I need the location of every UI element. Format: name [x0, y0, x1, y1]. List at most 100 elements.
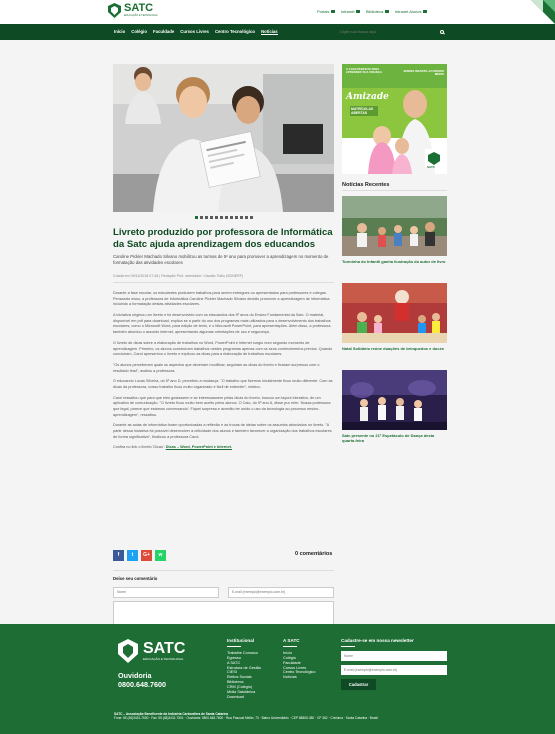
satc-shield-icon — [108, 3, 121, 18]
carousel-dot[interactable] — [229, 216, 233, 219]
whatsapp-share-icon[interactable]: w — [155, 550, 166, 561]
footer-logo-text: SATC — [143, 639, 186, 657]
newsletter-email-field[interactable] — [341, 664, 447, 675]
divider — [283, 646, 297, 647]
dicas-link[interactable]: Dicas – Word, PowerPoint e Internet. — [166, 445, 232, 449]
recent-news-thumb — [342, 196, 447, 256]
user-icon — [423, 10, 427, 14]
share-buttons: f t G+ w — [113, 550, 166, 561]
recent-news-caption[interactable]: Natal Solidário reúne doações de brinque… — [342, 346, 447, 351]
lock-icon — [355, 10, 360, 14]
carousel-dot[interactable] — [219, 216, 223, 219]
carousel-dot[interactable] — [249, 216, 253, 219]
recent-news-item[interactable]: Turminha do Infantil ganha ilustração do… — [342, 196, 447, 264]
recent-news-item[interactable]: Satc presente no 21º Espetáculo de Dança… — [342, 370, 447, 443]
ouvidoria: Ouvidoria 0800.648.7600 — [118, 671, 166, 690]
sidebar-ad-banner[interactable]: A CASA PERFEITA PARA APRENDER SUA CRIANÇ… — [342, 64, 447, 174]
footer-link[interactable]: Notícias — [283, 675, 315, 680]
top-link-intranet[interactable]: Intranet — [341, 9, 360, 14]
carousel-dot[interactable] — [194, 216, 198, 219]
ad-matriculas: MATRÍCULAS ABERTAS — [350, 106, 378, 117]
article-paragraph: A iniciativa originou um livreto e foi d… — [113, 313, 331, 335]
twitter-share-icon[interactable]: t — [127, 550, 138, 561]
nav-search — [337, 28, 447, 36]
main-nav: Início Colégio Faculdade Cursos Livres C… — [0, 24, 555, 40]
carousel-dot[interactable] — [224, 216, 228, 219]
nav-item-inicio[interactable]: Início — [114, 29, 125, 35]
article-paragraph: Durante as aulas de informática foram op… — [113, 423, 332, 439]
newsletter-submit-button[interactable]: Cadastrar — [341, 678, 376, 690]
comments-count[interactable]: 0 comentários — [295, 551, 332, 558]
footer-col-title: Institucional — [227, 638, 255, 643]
hero-photo — [113, 64, 334, 212]
divider — [227, 646, 241, 647]
footer-address: Fone: 55 (48)3431-7500 · Fax: 55 (48)343… — [114, 716, 378, 721]
book-icon — [384, 10, 389, 14]
logo-text: SATC — [124, 2, 154, 15]
carousel-dot[interactable] — [204, 216, 208, 219]
article-hero-image — [113, 64, 334, 212]
site-logo[interactable]: SATC EDUCAÇÃO E TECNOLOGIA — [108, 3, 158, 18]
footer-link[interactable]: Trabalhe Conosco — [227, 651, 261, 656]
comment-form-title: Deixe seu comentário — [113, 576, 158, 581]
recent-news-item[interactable]: Natal Solidário reúne doações de brinque… — [342, 283, 447, 351]
footer-newsletter: Cadastre-se em nossa newsletter Cadastra… — [341, 638, 447, 690]
footer-institucional: Institucional Trabalhe Conosco Egresso A… — [227, 638, 261, 700]
nav-item-centro-tecnologico[interactable]: Centro Tecnológico — [215, 29, 255, 35]
nav-item-colegio[interactable]: Colégio — [131, 29, 147, 35]
divider — [341, 646, 355, 647]
carousel-dot[interactable] — [239, 216, 243, 219]
footer-link[interactable]: Download — [227, 695, 261, 700]
grid-icon — [330, 10, 335, 14]
google-plus-share-icon[interactable]: G+ — [141, 550, 152, 561]
footer-col-title: A SATC — [283, 638, 300, 643]
article-title: Livreto produzido por professora de Info… — [113, 227, 333, 250]
ad-banner-text: A CASA PERFEITA PARA APRENDER SUA CRIANÇ… — [346, 67, 382, 75]
carousel-dot[interactable] — [234, 216, 238, 219]
link-prefix: Confira no link o livreto 'Dicas': — [113, 445, 165, 450]
article-paragraph: O educando Lucas Silveira, do 5º ano D, … — [113, 379, 333, 389]
carousel-dot[interactable] — [199, 216, 203, 219]
recent-news-caption[interactable]: Satc presente no 21º Espetáculo de Dança… — [342, 433, 447, 443]
top-link-intranet-alunos[interactable]: Intranet Alunos — [395, 9, 427, 14]
divider — [342, 190, 447, 191]
newsletter-title: Cadastre-se em nossa newsletter — [341, 638, 414, 643]
nav-item-faculdade[interactable]: Faculdade — [153, 29, 174, 35]
article-link-paragraph: Confira no link o livreto 'Dicas': Dicas… — [113, 445, 334, 451]
ad-image — [342, 64, 447, 174]
ad-brand: SATC — [427, 165, 435, 169]
article-paragraph: Carol ressaltou que para que eles gostas… — [113, 395, 331, 417]
footer-logo-subtitle: EDUCAÇÃO E TECNOLOGIA — [143, 656, 184, 661]
article-paragraph: Durante a fase escolar, os estudantes pr… — [113, 291, 330, 307]
top-link-portais[interactable]: Portais — [317, 9, 335, 14]
article: Livreto produzido por professora de Info… — [113, 64, 334, 451]
footer-satc: A SATC Início Colégio Faculdade Cursos L… — [283, 638, 315, 680]
nav-item-noticias[interactable]: Notícias — [260, 29, 278, 36]
search-icon[interactable] — [440, 30, 444, 34]
article-meta: Criada em 09/11/2018 07:48 | Redação Pro… — [113, 274, 334, 283]
carousel-dot[interactable] — [209, 216, 213, 219]
logo-subtitle: EDUCAÇÃO E TECNOLOGIA — [124, 14, 158, 18]
carousel-dot[interactable] — [244, 216, 248, 219]
carousel-dots — [113, 216, 334, 219]
ad-script-text: Amizade — [346, 92, 389, 102]
article-body: Durante a fase escolar, os estudantes pr… — [113, 291, 334, 451]
newsletter-name-field[interactable] — [341, 650, 447, 661]
ad-ensino-text: ENSINO INFANTIL AO ENSINO MÉDIO — [403, 69, 444, 77]
comment-name-field[interactable] — [113, 586, 219, 598]
top-links: Portais Intranet Biblioteca Intranet Alu… — [317, 9, 427, 14]
satc-shield-icon — [118, 639, 138, 663]
search-input[interactable] — [340, 30, 430, 34]
recent-news-title: Notícias Recentes — [342, 182, 390, 188]
carousel-dot[interactable] — [214, 216, 218, 219]
nav-item-cursos-livres[interactable]: Cursos Livres — [180, 29, 209, 35]
facebook-share-icon[interactable]: f — [113, 550, 124, 561]
top-bar: SATC EDUCAÇÃO E TECNOLOGIA Portais Intra… — [0, 0, 555, 24]
article-paragraph: O livreto de dicas sobre a elaboração de… — [113, 340, 333, 357]
top-link-biblioteca[interactable]: Biblioteca — [366, 9, 389, 14]
corner-decoration — [531, 0, 555, 24]
ouvidoria-phone[interactable]: 0800.648.7600 — [118, 680, 166, 690]
recent-news-caption[interactable]: Turminha do Infantil ganha ilustração do… — [342, 259, 447, 264]
comment-email-field[interactable] — [228, 586, 334, 598]
footer-logo[interactable]: SATC EDUCAÇÃO E TECNOLOGIA — [118, 639, 185, 663]
